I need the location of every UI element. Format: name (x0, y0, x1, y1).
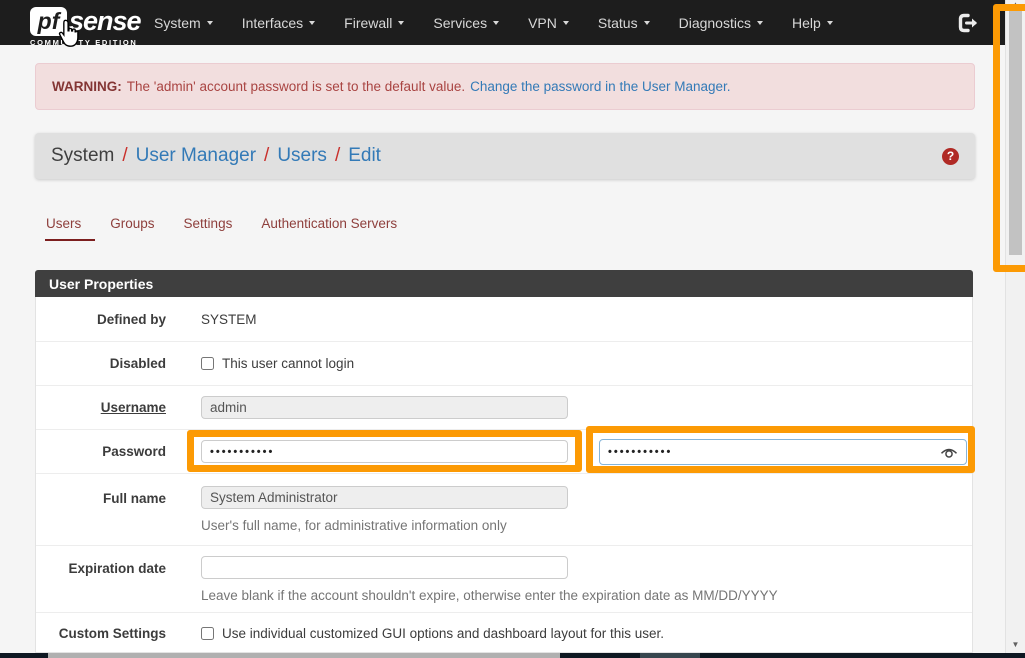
menu-status-label: Status (598, 15, 638, 31)
breadcrumb: System / User Manager / Users / Edit ? (35, 133, 975, 179)
panel-title: User Properties (35, 270, 973, 297)
scrollbar-down-arrow[interactable]: ▼ (1006, 640, 1025, 649)
password-label: Password (36, 444, 166, 459)
menu-help[interactable]: Help (792, 15, 833, 31)
tab-authentication-servers[interactable]: Authentication Servers (260, 214, 411, 241)
expiration-date-help: Leave blank if the account shouldn't exp… (201, 588, 972, 603)
full-name-input (201, 486, 568, 509)
pfsense-logo-text: sense (69, 6, 141, 37)
tab-users[interactable]: Users (45, 214, 95, 241)
main-menu: System Interfaces Firewall Services VPN … (154, 0, 833, 45)
sign-out-icon (956, 12, 980, 34)
expiration-date-row: Expiration date Leave blank if the accou… (36, 546, 972, 613)
menu-diagnostics-label: Diagnostics (679, 15, 751, 31)
menu-vpn-label: VPN (528, 15, 557, 31)
username-label: Username (36, 400, 166, 415)
password-warning-banner: WARNING: The 'admin' account password is… (35, 63, 975, 110)
breadcrumb-separator: / (122, 145, 127, 167)
chevron-down-icon (827, 21, 833, 25)
menu-firewall-label: Firewall (344, 15, 392, 31)
custom-settings-checkbox[interactable] (201, 627, 214, 640)
warning-prefix: WARNING: (52, 79, 122, 94)
bottom-edge-slate-segment (640, 653, 700, 658)
reveal-password-button[interactable] (939, 445, 959, 463)
chevron-down-icon (563, 21, 569, 25)
custom-settings-label: Custom Settings (36, 626, 166, 653)
full-name-row: Full name User's full name, for administ… (36, 474, 972, 546)
vertical-scrollbar[interactable]: ▲ ▼ (1005, 0, 1025, 658)
breadcrumb-separator: / (264, 145, 269, 167)
menu-help-label: Help (792, 15, 821, 31)
pfsense-logo-tile: pf (30, 7, 67, 36)
menu-vpn[interactable]: VPN (528, 15, 569, 31)
defined-by-label: Defined by (36, 312, 166, 327)
menu-firewall[interactable]: Firewall (344, 15, 404, 31)
breadcrumb-section: System (51, 145, 114, 167)
breadcrumb-separator: / (335, 145, 340, 167)
disabled-label: Disabled (36, 356, 166, 371)
bottom-edge-gray-segment (48, 653, 560, 658)
disabled-checkbox-label: This user cannot login (222, 356, 354, 371)
username-input (201, 396, 568, 419)
chevron-down-icon (644, 21, 650, 25)
change-password-link[interactable]: Change the password in the User Manager. (470, 79, 730, 94)
full-name-label: Full name (36, 486, 166, 506)
menu-services[interactable]: Services (433, 15, 499, 31)
breadcrumb-edit-link[interactable]: Edit (348, 145, 381, 167)
disabled-row: Disabled This user cannot login (36, 342, 972, 386)
tab-settings[interactable]: Settings (183, 214, 247, 241)
user-properties-panel: User Properties Defined by SYSTEM Disabl… (35, 270, 973, 653)
menu-interfaces[interactable]: Interfaces (242, 15, 315, 31)
pfsense-logo-tagline: COMMUNITY EDITION (30, 38, 141, 47)
logout-button[interactable] (956, 12, 980, 39)
warning-message: The 'admin' account password is set to t… (127, 79, 465, 94)
disabled-checkbox[interactable] (201, 357, 214, 370)
top-navbar: pf sense COMMUNITY EDITION System Interf… (0, 0, 1006, 45)
help-icon[interactable]: ? (942, 148, 959, 165)
chevron-down-icon (398, 21, 404, 25)
menu-interfaces-label: Interfaces (242, 15, 303, 31)
chevron-down-icon (207, 21, 213, 25)
custom-settings-row: Custom Settings Use individual customize… (36, 613, 972, 653)
password-input[interactable] (201, 440, 568, 463)
menu-system-label: System (154, 15, 201, 31)
menu-diagnostics[interactable]: Diagnostics (679, 15, 763, 31)
expiration-date-label: Expiration date (36, 556, 166, 576)
expiration-date-input[interactable] (201, 556, 568, 579)
defined-by-value: SYSTEM (201, 312, 972, 327)
menu-services-label: Services (433, 15, 487, 31)
pfsense-logo[interactable]: pf sense COMMUNITY EDITION (30, 6, 141, 47)
panel-body: Defined by SYSTEM Disabled This user can… (35, 297, 973, 653)
chevron-down-icon (757, 21, 763, 25)
bottom-window-edge (0, 653, 1025, 658)
custom-settings-checkbox-label: Use individual customized GUI options an… (222, 626, 664, 641)
menu-system[interactable]: System (154, 15, 213, 31)
password-row: Password (36, 430, 972, 474)
full-name-help: User's full name, for administrative inf… (201, 518, 972, 533)
eye-icon (939, 445, 959, 460)
tab-bar: Users Groups Settings Authentication Ser… (45, 214, 411, 241)
username-row: Username (36, 386, 972, 430)
scrollbar-thumb[interactable] (1009, 8, 1022, 255)
tab-groups[interactable]: Groups (109, 214, 168, 241)
chevron-down-icon (309, 21, 315, 25)
breadcrumb-user-manager-link[interactable]: User Manager (136, 145, 256, 167)
breadcrumb-users-link[interactable]: Users (277, 145, 327, 167)
confirm-password-input[interactable] (599, 439, 967, 465)
menu-status[interactable]: Status (598, 15, 650, 31)
defined-by-row: Defined by SYSTEM (36, 297, 972, 342)
chevron-down-icon (493, 21, 499, 25)
